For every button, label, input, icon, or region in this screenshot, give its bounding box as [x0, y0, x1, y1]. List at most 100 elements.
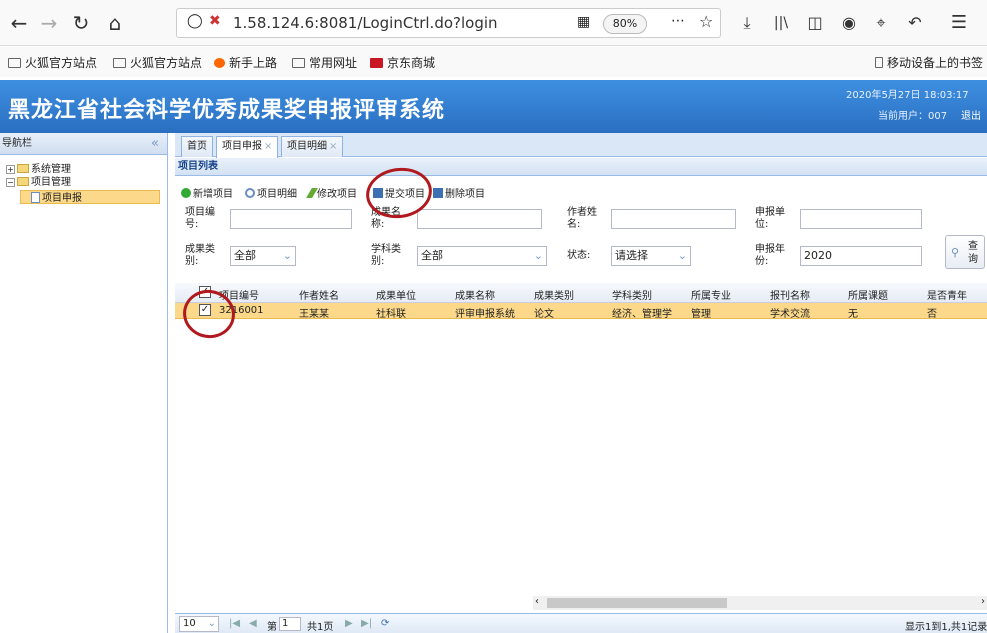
- nav-title: 导航栏: [2, 138, 32, 149]
- column-header[interactable]: 所属专业: [691, 287, 731, 302]
- menu-icon[interactable]: ☰: [944, 8, 974, 38]
- page-size-select[interactable]: 10 ⌄: [179, 616, 219, 632]
- collapse-icon[interactable]: «: [151, 133, 159, 155]
- star-icon[interactable]: ☆: [699, 12, 713, 31]
- table-cell: 评审申报系统: [455, 309, 515, 320]
- project-no-input[interactable]: [230, 209, 352, 229]
- zoom-level[interactable]: 80%: [603, 14, 647, 34]
- chevron-down-icon: ⌄: [282, 249, 292, 262]
- first-page-icon[interactable]: |◀: [229, 618, 240, 629]
- scroll-right-icon[interactable]: ›: [981, 596, 985, 607]
- download-icon[interactable]: ⤓: [732, 8, 762, 38]
- query-button[interactable]: ⚲ 查询: [945, 235, 985, 269]
- search-icon: ⚲: [951, 246, 960, 259]
- bookmarks-bar: 火狐官方站点 火狐官方站点 新手上路 常用网址 京东商城 移动设备上的书签: [0, 47, 987, 77]
- query-label: 查询: [968, 241, 978, 265]
- more-actions-icon[interactable]: ⋯: [671, 13, 685, 29]
- datetime: 2020年5月27日 18:03:17: [846, 90, 969, 101]
- column-header[interactable]: 报刊名称: [770, 287, 810, 302]
- qr-code-icon[interactable]: ▦: [577, 14, 590, 30]
- address-bar[interactable]: ◯ ✖ 1.58.124.6:8081/LoginCtrl.do?login ▦…: [176, 8, 721, 38]
- browser-toolbar: ← → ↻ ⌂ ◯ ✖ 1.58.124.6:8081/LoginCtrl.do…: [0, 0, 987, 46]
- logout-link[interactable]: 退出: [961, 107, 981, 122]
- column-header[interactable]: 作者姓名: [299, 287, 339, 302]
- scroll-left-icon[interactable]: ‹: [535, 596, 539, 607]
- project-detail-button[interactable]: 项目明细: [245, 188, 297, 201]
- nav-header: 导航栏 «: [0, 133, 167, 155]
- bookmark-item[interactable]: 常用网址: [292, 54, 357, 71]
- tree-item-apply[interactable]: 项目申报: [20, 190, 160, 204]
- chevron-down-icon: ⌄: [207, 618, 216, 629]
- tree-item-project[interactable]: − 项目管理: [6, 177, 71, 189]
- subject-type-label: 学科类别:: [371, 244, 401, 267]
- column-header[interactable]: 所属课题: [848, 287, 888, 302]
- next-page-icon[interactable]: ▶: [345, 618, 353, 629]
- shield-icon: ◯: [187, 13, 203, 29]
- unit-input[interactable]: [800, 209, 922, 229]
- subject-type-select[interactable]: 全部 ⌄: [417, 246, 547, 266]
- result-name-input[interactable]: [417, 209, 542, 229]
- delete-project-button[interactable]: 删除项目: [433, 188, 485, 201]
- year-input[interactable]: 2020: [800, 246, 922, 266]
- extension-icon[interactable]: ◉: [834, 8, 864, 38]
- app-header: 黑龙江省社会科学优秀成果奖申报评审系统 2020年5月27日 18:03:17 …: [0, 80, 987, 133]
- table-row[interactable]: ✓ 3216001 王某某 社科联 评审申报系统 论文 经济、管理学 管理 学术…: [175, 303, 987, 320]
- column-header[interactable]: 成果单位: [376, 287, 416, 302]
- close-icon[interactable]: ×: [264, 141, 272, 152]
- expand-icon[interactable]: +: [6, 165, 15, 174]
- page-size-value: 10: [183, 618, 196, 629]
- tree-label: 系统管理: [31, 164, 71, 175]
- collapse-tree-icon[interactable]: −: [6, 178, 15, 187]
- tree-item-system[interactable]: + 系统管理: [6, 164, 71, 176]
- insecure-lock-icon: ✖: [209, 13, 221, 29]
- page-summary: 显示1到1,共1记录: [905, 622, 987, 633]
- column-header[interactable]: 学科类别: [612, 287, 652, 302]
- year-value: 2020: [804, 249, 832, 262]
- bookmark-item[interactable]: 新手上路: [214, 54, 277, 71]
- chevron-down-icon: ⌄: [533, 249, 543, 262]
- bookmark-label: 常用网址: [309, 56, 358, 70]
- column-header[interactable]: 成果类别: [534, 287, 574, 302]
- main-content: 首页 项目申报 × 项目明细 × 项目列表 新增项目 项目明细 修改项目 提交项目 …: [175, 133, 987, 633]
- page-number-input[interactable]: 1: [279, 617, 301, 631]
- table-cell: 无: [848, 309, 858, 320]
- column-header[interactable]: 是否青年: [927, 287, 967, 302]
- back-icon[interactable]: ←: [4, 8, 34, 38]
- jd-icon: [370, 58, 383, 68]
- year-label: 申报年份:: [755, 244, 785, 267]
- edit-project-button[interactable]: 修改项目: [306, 188, 357, 201]
- refresh-icon[interactable]: ⟳: [381, 618, 389, 629]
- status-select[interactable]: 请选择 ⌄: [611, 246, 691, 266]
- forward-icon[interactable]: →: [34, 8, 64, 38]
- undo-icon[interactable]: ↶: [900, 8, 930, 38]
- column-header[interactable]: 成果名称: [455, 287, 495, 302]
- home-icon[interactable]: ⌂: [100, 8, 130, 38]
- bookmark-item[interactable]: 火狐官方站点: [8, 54, 97, 71]
- result-type-select[interactable]: 全部 ⌄: [230, 246, 296, 266]
- author-name-input[interactable]: [611, 209, 736, 229]
- bookmark-item[interactable]: 京东商城: [370, 54, 435, 71]
- tab-home[interactable]: 首页: [181, 136, 213, 157]
- mobile-bookmarks[interactable]: 移动设备上的书签: [875, 54, 983, 71]
- author-name-label: 作者姓名:: [567, 207, 597, 230]
- pager: 10 ⌄ |◀ ◀ 第 1 共1页 ▶ ▶| ⟳ 显示1到1,共1记录: [175, 613, 987, 633]
- prev-page-icon[interactable]: ◀: [249, 618, 257, 629]
- select-value: 全部: [421, 249, 443, 262]
- sidebar-icon[interactable]: ◫: [800, 8, 830, 38]
- tab-project-detail[interactable]: 项目明细 ×: [281, 136, 344, 157]
- library-icon[interactable]: ||\: [766, 8, 796, 38]
- add-project-button[interactable]: 新增项目: [181, 188, 233, 201]
- last-page-icon[interactable]: ▶|: [361, 618, 372, 629]
- tab-project-apply[interactable]: 项目申报 ×: [216, 136, 279, 158]
- button-label: 修改项目: [317, 189, 357, 200]
- page-label: 第: [267, 622, 277, 633]
- unit-label: 申报单位:: [755, 207, 785, 230]
- tab-label: 项目申报: [222, 141, 262, 152]
- scrollbar-thumb[interactable]: [547, 598, 727, 608]
- tab-label: 项目明细: [287, 141, 327, 152]
- reload-icon[interactable]: ↻: [66, 8, 96, 38]
- screenshot-icon[interactable]: ⌖: [866, 8, 896, 38]
- horizontal-scrollbar[interactable]: ‹ ›: [533, 596, 987, 610]
- close-icon[interactable]: ×: [329, 141, 337, 152]
- bookmark-item[interactable]: 火狐官方站点: [113, 54, 202, 71]
